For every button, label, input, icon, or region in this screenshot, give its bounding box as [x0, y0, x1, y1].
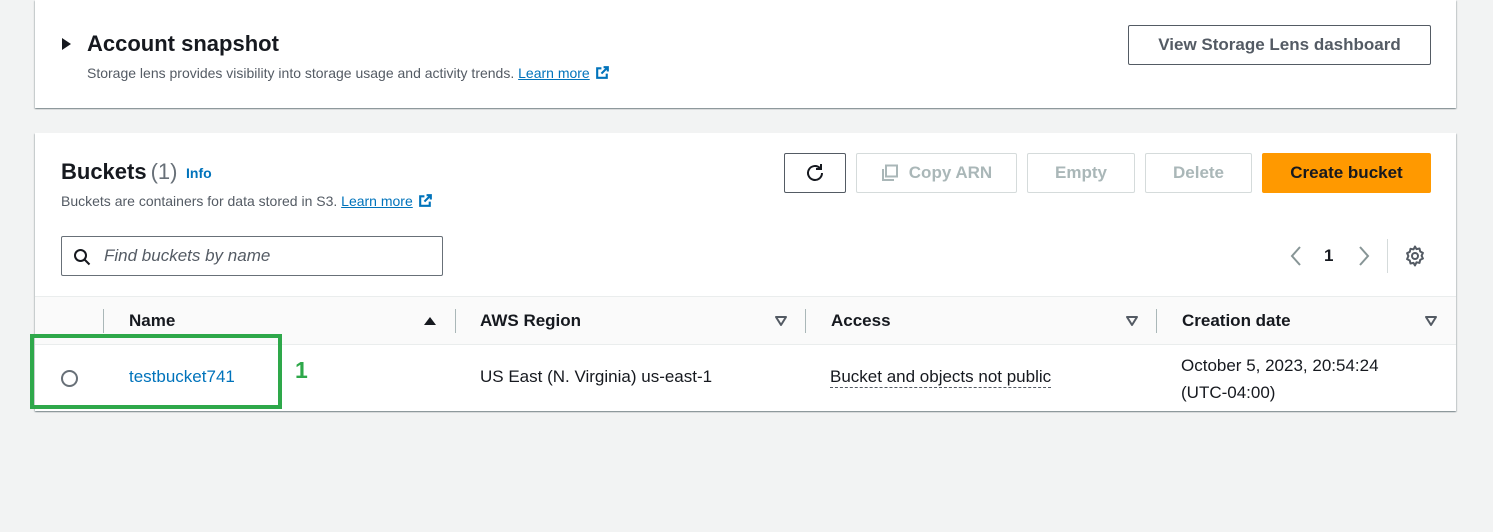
account-snapshot-title[interactable]: Account snapshot	[87, 31, 279, 57]
creation-date-line1: October 5, 2023, 20:54:24	[1181, 356, 1379, 375]
delete-button[interactable]: Delete	[1145, 153, 1252, 193]
search-icon	[74, 249, 91, 266]
search-input[interactable]	[102, 243, 432, 269]
column-header-creation-date[interactable]: Creation date	[1182, 297, 1291, 344]
column-divider	[103, 309, 104, 333]
account-snapshot-description: Storage lens provides visibility into st…	[87, 64, 611, 81]
table-header: Name AWS Region Access Creation date	[35, 296, 1456, 345]
empty-button[interactable]: Empty	[1027, 153, 1135, 193]
pagination-divider	[1387, 239, 1388, 273]
column-divider	[805, 309, 806, 333]
column-divider	[1156, 309, 1157, 333]
sort-ascending-icon[interactable]	[423, 314, 437, 328]
copy-arn-label: Copy ARN	[908, 163, 993, 182]
chevron-left-icon[interactable]	[1289, 244, 1303, 268]
copy-icon	[881, 164, 898, 181]
chevron-right-icon[interactable]	[1357, 244, 1371, 268]
creation-date-line2: (UTC-04:00)	[1181, 383, 1276, 402]
sort-caret-down-icon[interactable]	[1125, 314, 1139, 328]
bucket-access-cell: Bucket and objects not public	[830, 367, 1052, 388]
buckets-count: (1)	[150, 159, 178, 184]
bucket-creation-date-cell: October 5, 2023, 20:54:24 (UTC-04:00)	[1181, 352, 1379, 406]
column-header-access[interactable]: Access	[831, 297, 891, 344]
annotation-label: 1	[295, 357, 308, 383]
refresh-button[interactable]	[784, 153, 846, 193]
row-select-radio[interactable]	[61, 370, 78, 387]
buckets-description-text: Buckets are containers for data stored i…	[61, 193, 338, 209]
gear-icon[interactable]	[1404, 245, 1426, 267]
refresh-icon	[807, 164, 823, 181]
bucket-access-value[interactable]: Bucket and objects not public	[830, 367, 1052, 388]
buckets-description: Buckets are containers for data stored i…	[61, 192, 434, 209]
snapshot-learn-more-label: Learn more	[518, 65, 590, 81]
expand-caret-icon[interactable]	[62, 38, 71, 50]
external-link-icon	[418, 194, 432, 207]
sort-caret-down-icon[interactable]	[774, 314, 788, 328]
buckets-info-link[interactable]: Info	[186, 165, 212, 181]
table-row: testbucket741 US East (N. Virginia) us-e…	[35, 345, 1456, 411]
buckets-learn-more-label: Learn more	[341, 193, 413, 209]
view-storage-lens-dashboard-button[interactable]: View Storage Lens dashboard	[1128, 25, 1431, 65]
external-link-icon	[595, 66, 609, 79]
buckets-title: Buckets	[61, 159, 147, 184]
current-page-number[interactable]: 1	[1324, 246, 1333, 266]
sort-caret-down-icon[interactable]	[1424, 314, 1438, 328]
create-bucket-button[interactable]: Create bucket	[1262, 153, 1431, 193]
snapshot-description-text: Storage lens provides visibility into st…	[87, 65, 515, 81]
column-header-name[interactable]: Name	[129, 297, 175, 344]
column-header-region[interactable]: AWS Region	[480, 297, 581, 344]
bucket-name-link[interactable]: testbucket741	[129, 367, 235, 386]
bucket-region-cell: US East (N. Virginia) us-east-1	[480, 367, 713, 386]
bucket-search-box	[61, 236, 443, 276]
account-snapshot-panel: Account snapshot Storage lens provides v…	[35, 0, 1456, 108]
snapshot-learn-more-link[interactable]: Learn more	[518, 65, 611, 81]
buckets-learn-more-link[interactable]: Learn more	[341, 193, 434, 209]
buckets-heading: Buckets (1)	[61, 159, 177, 185]
bucket-name-cell: testbucket741	[129, 367, 235, 387]
buckets-panel: Buckets (1) Info Buckets are containers f…	[35, 133, 1456, 411]
copy-arn-button[interactable]: Copy ARN	[856, 153, 1017, 193]
column-divider	[455, 309, 456, 333]
